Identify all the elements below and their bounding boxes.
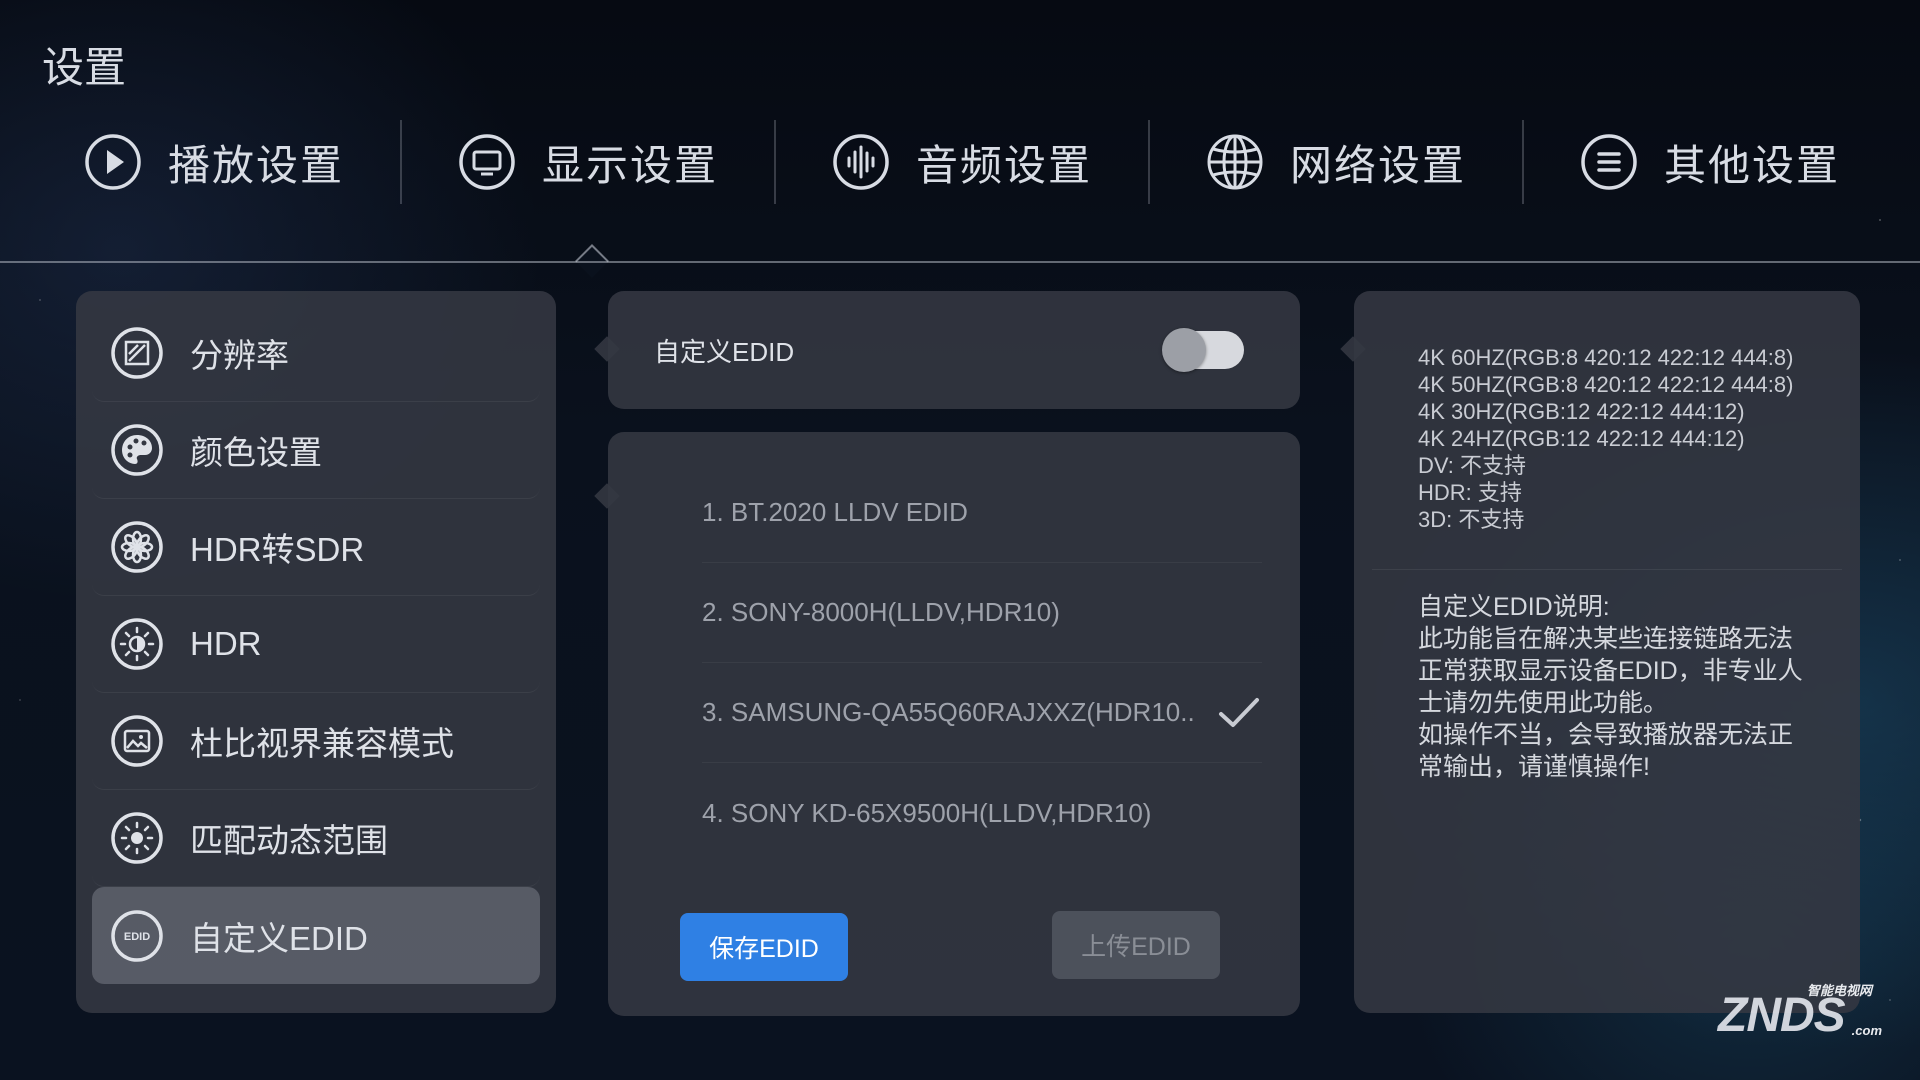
tab-label: 其他设置 <box>1664 141 1841 189</box>
custom-edid-toggle-row[interactable]: 自定义EDID <box>608 291 1300 409</box>
description-line: 士请勿先使用此功能。 <box>1418 689 1669 717</box>
sidebar-item-dolby-vision[interactable]: 杜比视界兼容模式 <box>92 693 540 790</box>
header-divider <box>0 261 1920 263</box>
edid-item-label: 3. SAMSUNG-QA55Q60RAJXXZ(HDR10.. <box>702 697 1195 727</box>
palette-icon <box>110 423 164 477</box>
sidebar-item-label: HDR <box>190 625 262 662</box>
page-title: 设置 <box>42 44 127 91</box>
tab-label: 音频设置 <box>916 141 1093 189</box>
tab-network[interactable]: 网络设置 <box>1150 112 1524 212</box>
list-item[interactable]: 2. SONY-8000H(LLDV,HDR10) <box>702 563 1262 663</box>
save-edid-button[interactable]: 保存EDID <box>680 913 848 981</box>
list-item[interactable]: 4. SONY KD-65X9500H(LLDV,HDR10) <box>702 763 1262 863</box>
tab-audio[interactable]: 音频设置 <box>776 112 1150 212</box>
edid-list: 1. BT.2020 LLDV EDID 2. SONY-8000H(LLDV,… <box>608 432 1300 1016</box>
brightness-icon <box>110 811 164 865</box>
tab-label: 网络设置 <box>1290 141 1467 189</box>
audio-icon <box>832 133 890 191</box>
display-capabilities: 4K 60HZ(RGB:8 420:12 422:12 444:8) 4K 50… <box>1418 344 1793 533</box>
sidebar-menu: 分辨率 颜色设置 HDR转SDR HDR 杜比视界兼容模式 匹配动态范围 EDI… <box>76 291 556 1013</box>
sidebar-item-hdr-to-sdr[interactable]: HDR转SDR <box>92 499 540 596</box>
tab-other[interactable]: 其他设置 <box>1524 112 1898 212</box>
tab-playback[interactable]: 播放设置 <box>28 112 402 212</box>
spec-line: 4K 24HZ(RGB:12 422:12 444:12) <box>1418 426 1745 451</box>
sidebar-item-label: 颜色设置 <box>190 434 322 471</box>
edid-icon: EDID <box>110 909 164 963</box>
tab-label: 显示设置 <box>542 141 719 189</box>
sidebar-item-dynamic-range[interactable]: 匹配动态范围 <box>92 790 540 887</box>
play-icon <box>84 133 142 191</box>
edid-description: 自定义EDID说明: 此功能旨在解决某些连接链路无法 正常获取显示设备EDID，… <box>1418 591 1838 783</box>
dolby-vision-icon <box>110 714 164 768</box>
tab-display[interactable]: 显示设置 <box>402 112 776 212</box>
sidebar-item-hdr[interactable]: HDR <box>92 596 540 693</box>
check-icon <box>1216 690 1262 736</box>
edid-item-label: 2. SONY-8000H(LLDV,HDR10) <box>702 597 1060 627</box>
edid-icon-text: EDID <box>124 931 150 943</box>
list-item[interactable]: 1. BT.2020 LLDV EDID <box>702 463 1262 563</box>
hdr-icon <box>110 617 164 671</box>
custom-edid-switch[interactable] <box>1162 328 1244 372</box>
spec-line: DV: 不支持 <box>1418 453 1526 478</box>
sidebar-item-resolution[interactable]: 分辨率 <box>92 305 540 402</box>
menu-icon <box>1580 133 1638 191</box>
tab-label: 播放设置 <box>168 141 345 189</box>
upload-edid-button[interactable]: 上传EDID <box>1052 911 1220 979</box>
custom-edid-label: 自定义EDID <box>654 336 795 367</box>
switch-knob <box>1162 328 1206 372</box>
description-line: 常输出，请谨慎操作! <box>1418 753 1650 781</box>
display-icon <box>458 133 516 191</box>
spec-line: 4K 30HZ(RGB:12 422:12 444:12) <box>1418 399 1745 424</box>
description-line: 此功能旨在解决某些连接链路无法 <box>1418 625 1794 653</box>
sidebar-item-label: 分辨率 <box>190 337 289 374</box>
sidebar-item-label: 匹配动态范围 <box>190 822 388 859</box>
spec-line: 4K 60HZ(RGB:8 420:12 422:12 444:8) <box>1418 345 1794 370</box>
description-line: 如操作不当，会导致播放器无法正 <box>1418 721 1794 749</box>
logo-suffix: .com <box>1851 1023 1882 1038</box>
logo-text: ZNDS <box>1718 989 1846 1042</box>
znds-logo: 智能电视网 ZNDS .com <box>1706 980 1882 1044</box>
edid-item-label: 4. SONY KD-65X9500H(LLDV,HDR10) <box>702 797 1152 828</box>
top-tabs: 播放设置 显示设置 音频设置 网络设置 其他设置 <box>0 112 1920 212</box>
list-item[interactable]: 3. SAMSUNG-QA55Q60RAJXXZ(HDR10.. <box>702 663 1262 763</box>
spec-line: 4K 50HZ(RGB:8 420:12 422:12 444:8) <box>1418 372 1794 397</box>
info-divider <box>1372 569 1842 570</box>
sidebar-item-custom-edid[interactable]: EDID 自定义EDID <box>92 887 540 984</box>
edid-info-panel: 4K 60HZ(RGB:8 420:12 422:12 444:8) 4K 50… <box>1354 291 1860 1013</box>
resolution-icon <box>110 326 164 380</box>
sidebar-item-label: HDR转SDR <box>190 531 365 568</box>
spec-line: 3D: 不支持 <box>1418 507 1525 532</box>
hdr-convert-icon <box>110 520 164 574</box>
description-line: 自定义EDID说明: <box>1418 593 1610 621</box>
sidebar-item-color[interactable]: 颜色设置 <box>92 402 540 499</box>
description-line: 正常获取显示设备EDID，非专业人 <box>1418 657 1803 685</box>
globe-icon <box>1206 133 1264 191</box>
edid-item-label: 1. BT.2020 LLDV EDID <box>702 497 968 527</box>
sidebar-item-label: 自定义EDID <box>190 919 368 957</box>
spec-line: HDR: 支持 <box>1418 480 1522 505</box>
sidebar-item-label: 杜比视界兼容模式 <box>190 725 454 762</box>
